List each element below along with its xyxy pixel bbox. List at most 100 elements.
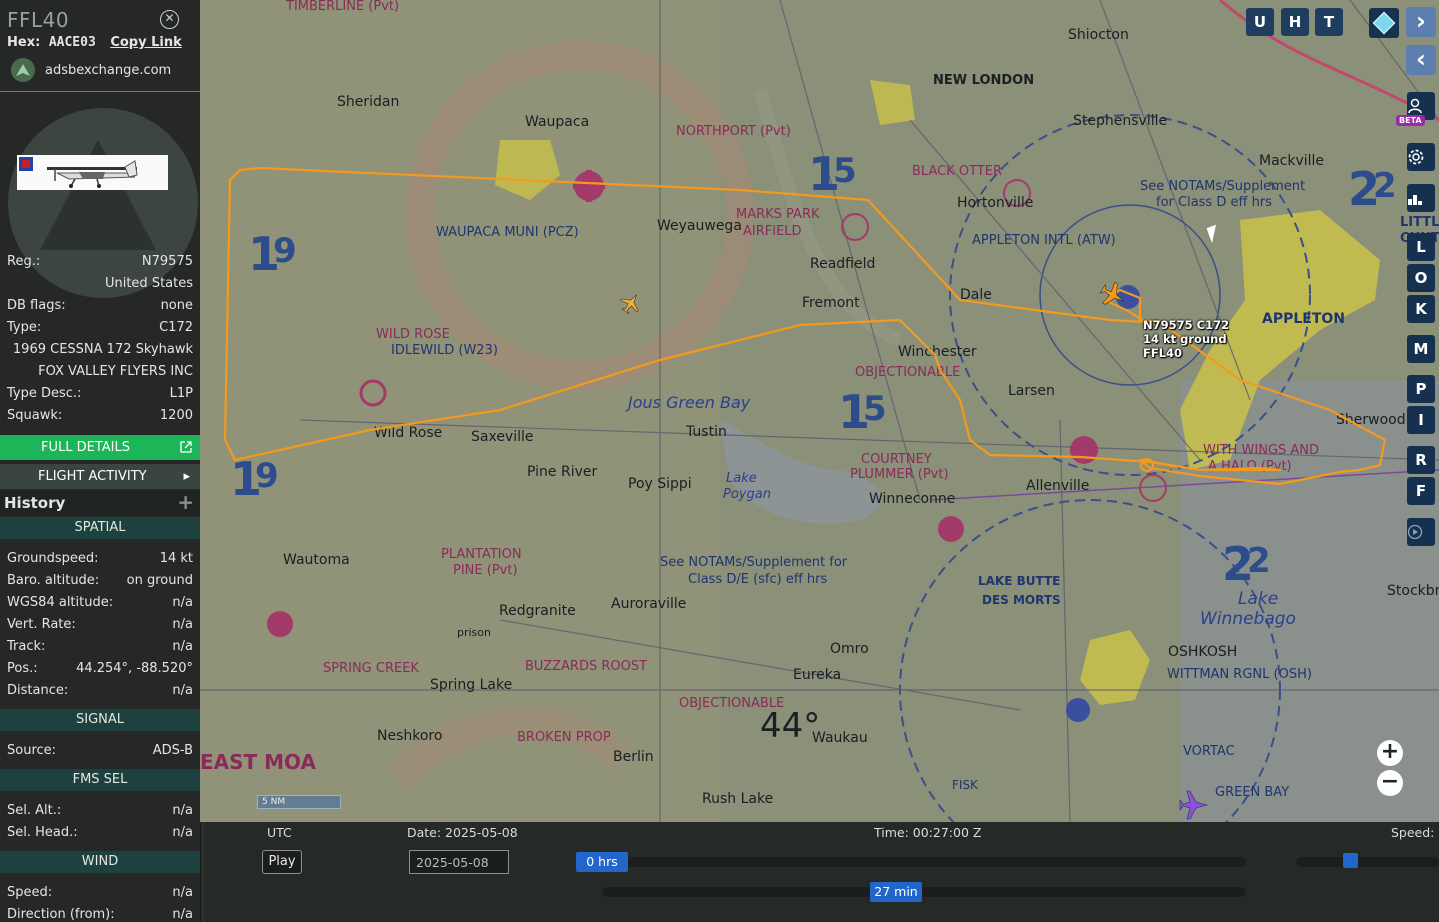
moa-label: EAST MOA xyxy=(200,750,317,774)
settings-gear-icon[interactable] xyxy=(1407,143,1435,171)
side-button-k[interactable]: K xyxy=(1407,295,1435,323)
map-label-stockbridge: Stockbrid xyxy=(1387,583,1439,599)
sectional-map[interactable]: 19 19 15 15 22 22 Shiocton NEW LONDON St… xyxy=(200,0,1439,822)
zoom-in-button[interactable]: + xyxy=(1377,740,1403,766)
country-value: United States xyxy=(104,276,193,291)
side-button-r[interactable]: R xyxy=(1407,446,1435,474)
groundspeed-value: 14 kt xyxy=(159,551,193,566)
beta-badge: BETA xyxy=(1396,115,1425,126)
map-label-waupaca-muni: WAUPACA MUNI (PCZ) xyxy=(436,225,579,240)
track-label: Track: xyxy=(7,639,46,654)
layers-icon[interactable] xyxy=(1369,8,1399,38)
source-site-row[interactable]: adsbexchange.com xyxy=(11,58,171,82)
zoom-out-button[interactable]: − xyxy=(1377,770,1403,796)
map-label-weyauwega: Weyauwega xyxy=(657,218,742,234)
map-label-berlin: Berlin xyxy=(613,749,654,765)
type-desc-row: Type Desc.: L1P xyxy=(7,386,193,401)
aircraft-photo[interactable] xyxy=(17,155,168,190)
side-button-p[interactable]: P xyxy=(1407,375,1435,403)
map-label-wild-rose-2: WILD ROSE xyxy=(376,327,450,342)
distance-label: Distance: xyxy=(7,683,69,698)
svg-text:2: 2 xyxy=(1373,166,1397,206)
play-button[interactable]: Play xyxy=(262,850,302,874)
history-header[interactable]: History + xyxy=(0,490,200,515)
map-label-winchester: Winchester xyxy=(898,344,977,360)
side-button-l[interactable]: L xyxy=(1407,233,1435,261)
reg-label: Reg.: xyxy=(7,254,41,269)
map-label-east-moa: EAST MOA xyxy=(200,750,317,774)
baro-value: on ground xyxy=(126,573,193,588)
map-label-mackville: Mackville xyxy=(1259,153,1324,169)
map-label-black-otter: BLACK OTTER xyxy=(912,164,1002,179)
map-label-fisk: FISK xyxy=(952,778,979,792)
side-button-i[interactable]: I xyxy=(1407,406,1435,434)
map-label-notams-1: See NOTAMs/Supplement xyxy=(1140,179,1305,194)
date-input[interactable] xyxy=(409,850,509,874)
map-label-wautoma: Wautoma xyxy=(283,552,350,568)
utc-label[interactable]: UTC xyxy=(267,825,292,840)
full-details-button[interactable]: FULL DETAILS xyxy=(0,435,200,460)
map-button-h[interactable]: H xyxy=(1281,8,1309,36)
map-label-poygan: Poygan xyxy=(723,487,771,502)
sel-head-label: Sel. Head.: xyxy=(7,825,78,840)
type-row: Type: C172 xyxy=(7,320,193,335)
copy-link-button[interactable]: Copy Link xyxy=(110,35,181,50)
map-label-notams-2: for Class D eff hrs xyxy=(1156,195,1272,210)
map-label-eureka: Eureka xyxy=(793,667,841,683)
squawk-label: Squawk: xyxy=(7,408,63,423)
flight-activity-button[interactable]: FLIGHT ACTIVITY ▸ xyxy=(0,464,200,489)
replay-icon[interactable] xyxy=(1407,518,1435,546)
country-row: United States xyxy=(7,276,193,291)
hours-slider-thumb[interactable]: 0 hrs xyxy=(576,852,628,872)
side-button-f[interactable]: F xyxy=(1407,477,1435,505)
map-label-marks-park: MARKS PARK xyxy=(736,207,820,222)
map-label-rush-lake: Rush Lake xyxy=(702,791,773,807)
cessna-photo-icon xyxy=(47,160,138,188)
sel-alt-value: n/a xyxy=(172,803,193,818)
chevron-left-icon[interactable]: ‹ xyxy=(1406,45,1436,75)
baro-row: Baro. altitude: on ground xyxy=(7,573,193,588)
pos-value: 44.254°, -88.520° xyxy=(76,661,193,676)
section-wind: WIND xyxy=(0,851,200,873)
source-value: ADS-B xyxy=(152,743,193,758)
baro-label: Baro. altitude: xyxy=(7,573,100,588)
map-label-stephensville: Stephensville xyxy=(1073,113,1167,129)
source-label: Source: xyxy=(7,743,57,758)
sel-head-row: Sel. Head.: n/a xyxy=(7,825,193,840)
distance-row: Distance: n/a xyxy=(7,683,193,698)
minutes-slider-thumb[interactable]: 27 min xyxy=(870,882,922,902)
aircraft-map-label: N79575 C172 14 kt ground FFL40 xyxy=(1143,318,1229,360)
source-site-link[interactable]: adsbexchange.com xyxy=(45,63,171,78)
map-label-poy-sippi: Poy Sippi xyxy=(628,476,692,492)
map-label-tustin: Tustin xyxy=(685,424,727,440)
speed-slider-track[interactable] xyxy=(1296,857,1439,867)
aircraft-label-line-2: 14 kt ground xyxy=(1143,332,1227,346)
track-row: Track: n/a xyxy=(7,639,193,654)
side-button-m[interactable]: M xyxy=(1407,335,1435,363)
adsbexchange-logo-icon xyxy=(11,58,35,82)
map-canvas[interactable]: 19 19 15 15 22 22 Shiocton NEW LONDON St… xyxy=(200,0,1439,822)
hours-slider-track[interactable] xyxy=(577,857,1246,867)
close-icon[interactable]: ✕ xyxy=(160,10,179,29)
stats-podium-icon[interactable] xyxy=(1407,184,1435,212)
map-label-green-bay-sect: Jous Green Bay xyxy=(625,393,751,412)
speed-slider-thumb[interactable] xyxy=(1343,853,1358,868)
plus-icon[interactable]: + xyxy=(177,490,194,514)
map-button-t[interactable]: T xyxy=(1315,8,1343,36)
map-label-pine-pvt: PINE (Pvt) xyxy=(453,563,518,578)
svg-text:5: 5 xyxy=(833,151,857,191)
map-button-u[interactable]: U xyxy=(1246,8,1274,36)
map-label-spring-lake: Spring Lake xyxy=(430,677,512,693)
minutes-slider-track[interactable] xyxy=(602,887,1246,897)
wind-speed-label: Speed: xyxy=(7,885,53,900)
map-label-larsen: Larsen xyxy=(1008,383,1055,399)
side-button-o[interactable]: O xyxy=(1407,264,1435,292)
map-label-omro: Omro xyxy=(830,641,869,657)
wind-dir-value: n/a xyxy=(172,907,193,922)
map-label-lake-poygan: Lake xyxy=(726,471,757,486)
map-label-with-wings: WITH WINGS AND xyxy=(1203,443,1319,458)
chevron-right-icon[interactable]: › xyxy=(1406,7,1436,37)
hex-label: Hex: xyxy=(7,35,41,50)
map-label-des-morts: DES MORTS xyxy=(982,593,1061,607)
map-label-broken-prop: BROKEN PROP xyxy=(517,730,611,745)
